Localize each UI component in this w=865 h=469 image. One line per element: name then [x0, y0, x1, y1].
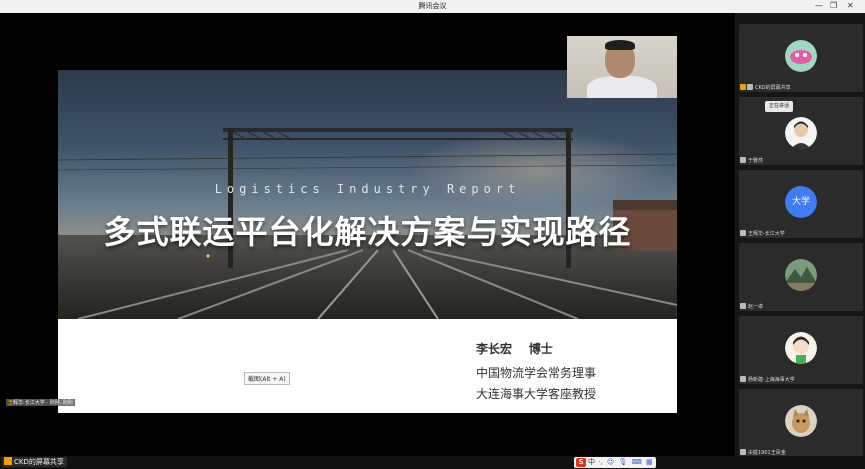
speaker-hair [605, 40, 635, 50]
screen-share-icon [740, 84, 746, 90]
participant-tile[interactable]: 赵一卓 [739, 243, 863, 311]
participant-label: CKD的屏幕共享 [740, 84, 791, 91]
mic-icon [740, 303, 746, 309]
minimize-button[interactable]: — [815, 1, 823, 11]
participant-label: 于雅然 [740, 157, 763, 164]
participant-tile[interactable]: 正在讲话 于雅然 [739, 97, 863, 165]
railway-photo: Logistics Industry Report 多式联运平台化解决方案与实现… [58, 70, 677, 319]
sogou-logo-icon: S [576, 458, 586, 467]
name-tag-text: 辉华-长江大学 · 刚刚, 刚刚 [13, 400, 73, 406]
slide-author: 李长宏 博士 [476, 342, 553, 356]
blob-icon [785, 40, 817, 72]
restore-button[interactable]: ❐ [830, 1, 837, 11]
mic-icon [740, 376, 746, 382]
ime-lang-toggle[interactable]: 中 [588, 458, 595, 466]
avatar-text: 大学 [785, 186, 817, 218]
screen-share-tag[interactable]: CKD的屏幕共享 [2, 457, 67, 467]
mic-icon [740, 449, 746, 455]
screenshot-shortcut-tooltip: 截图(Alt + A) [244, 372, 290, 385]
ime-toolbar[interactable]: S中 ·, ☺ 🎙 ⌨ ▦ [574, 457, 656, 468]
mic-icon [747, 84, 753, 90]
participant-tile[interactable]: 尖庭1901王凤金 [739, 389, 863, 457]
participant-tile[interactable]: 大学 王辉华-长江大学 [739, 170, 863, 238]
voice-icon[interactable]: 🎙 [618, 458, 627, 466]
participant-label: 王辉华-长江大学 [740, 230, 785, 237]
slide-headline: 多式联运平台化解决方案与实现路径 [103, 213, 632, 251]
keyboard-icon[interactable]: ⌨ [632, 458, 642, 466]
speaker-video-thumbnail[interactable] [567, 36, 677, 98]
close-button[interactable]: ✕ [847, 1, 854, 11]
toolbox-icon[interactable]: ▦ [646, 458, 653, 466]
screen-share-label: CKD的屏幕共享 [14, 458, 64, 466]
screen-share-icon [4, 457, 12, 465]
landscape-icon [785, 259, 817, 291]
text-avatar: 大学 [785, 186, 817, 218]
window-title: 腾讯会议 [418, 2, 447, 10]
cartoon-icon [785, 332, 817, 364]
participant-tile[interactable]: CKD的屏幕共享 [739, 24, 863, 92]
bottom-bar [0, 456, 865, 469]
participant-label: 赵一卓 [740, 303, 763, 310]
punctuation-icon[interactable]: ·, [598, 458, 602, 466]
speaker-body [587, 76, 657, 98]
mic-icon [740, 157, 746, 163]
presenter-name-tag: 王辉华-长江大学 · 刚刚, 刚刚 [6, 399, 75, 406]
cat-icon [785, 405, 817, 437]
person-icon [785, 117, 817, 149]
emoji-icon[interactable]: ☺ [607, 458, 614, 466]
speaking-tooltip: 正在讲话 [765, 101, 794, 112]
participant-label: 杨新建-上海海事大学 [740, 376, 795, 383]
slide-subtitle: Logistics Industry Report [214, 182, 521, 196]
slide-affiliation-1: 中国物流学会常务理事 [476, 366, 597, 380]
slide-affiliation-2: 大连海事大学客座教授 [476, 387, 597, 401]
participant-tile[interactable]: 杨新建-上海海事大学 [739, 316, 863, 384]
shared-screen-area: Logistics Industry Report 多式联运平台化解决方案与实现… [0, 13, 735, 469]
mic-icon [740, 230, 746, 236]
participant-label: 尖庭1901王凤金 [740, 449, 786, 456]
window-titlebar: 腾讯会议 — ❐ ✕ [0, 0, 865, 13]
presentation-slide: Logistics Industry Report 多式联运平台化解决方案与实现… [58, 70, 677, 413]
